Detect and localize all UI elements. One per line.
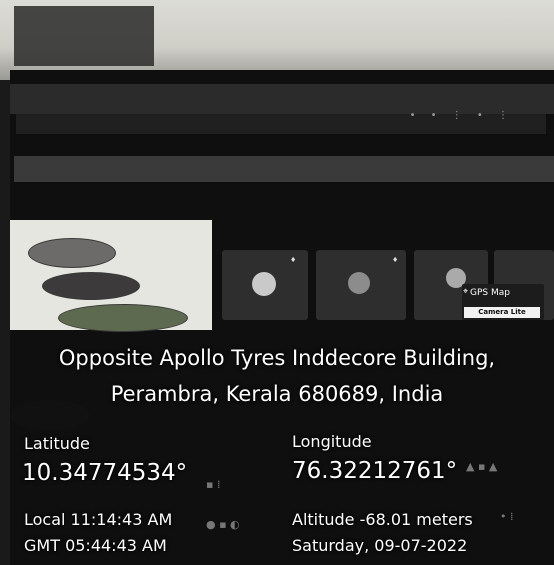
longitude-value: 76.32212761° — [292, 458, 458, 484]
gps-badge-subtitle: Camera Lite — [464, 307, 540, 318]
taskbar-icon: • ⁞ — [500, 510, 514, 523]
slide-oval — [28, 238, 116, 268]
avatar — [348, 272, 370, 294]
gmt-time: GMT 05:44:43 AM — [24, 536, 167, 555]
latitude-value: 10.34774534° — [22, 460, 188, 486]
slide-oval — [58, 304, 188, 332]
address-line-1: Opposite Apollo Tyres Inddecore Building… — [58, 346, 496, 370]
map-pin-icon: ⌖ — [463, 287, 469, 297]
taskbar-icon: ▲ ▪ ▲ — [466, 460, 498, 473]
taskbar-icon: ▪ ⁞ — [206, 478, 221, 491]
gps-badge-title: GPS Map — [470, 288, 510, 298]
local-time: Local 11:14:43 AM — [24, 510, 173, 529]
latitude-label: Latitude — [24, 434, 90, 453]
date: Saturday, 09-07-2022 — [292, 536, 468, 555]
taskbar-icon: ● ▪ ◐ — [206, 518, 240, 531]
longitude-label: Longitude — [292, 432, 372, 451]
address-line-2: Perambra, Kerala 680689, India — [110, 382, 444, 406]
notice-bar — [14, 156, 554, 182]
altitude: Altitude -68.01 meters — [292, 510, 473, 529]
browser-toolbar-icons: • • ⋮ • ⋮ — [409, 110, 514, 121]
mic-icon: ♦ — [290, 256, 297, 264]
avatar — [252, 272, 276, 296]
dark-patch — [14, 6, 154, 66]
mic-icon: ♦ — [392, 256, 399, 264]
slide-oval — [42, 272, 140, 300]
